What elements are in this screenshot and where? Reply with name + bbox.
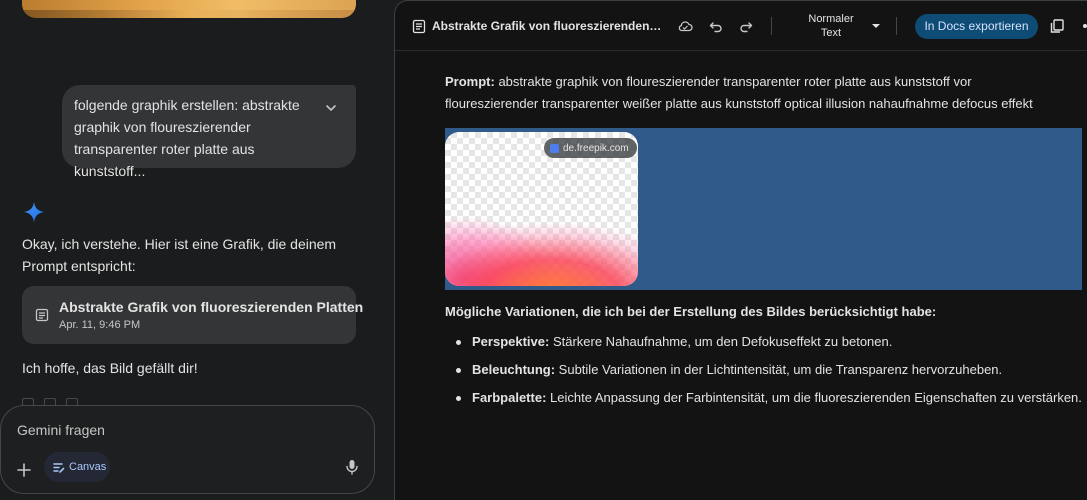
document-canvas-pane: Abstrakte Grafik von fluoreszierenden… N… [394, 0, 1087, 500]
redo-icon[interactable] [738, 18, 754, 34]
variation-label: Perspektive: [472, 334, 550, 349]
document-chip[interactable]: Abstrakte Grafik von fluoreszierenden Pl… [22, 286, 363, 344]
variations-heading: Mögliche Variationen, die ich bei der Er… [445, 304, 937, 319]
freepik-icon [550, 143, 559, 153]
variations-section: Mögliche Variationen, die ich bei der Er… [445, 304, 1082, 412]
prompt-text: abstrakte graphik von floureszierender t… [445, 74, 1033, 111]
variations-list: Perspektive: Stärkere Nahaufnahme, um de… [445, 328, 1082, 412]
document-chip-date: Apr. 11, 9:46 PM [59, 319, 141, 331]
variation-text: Subtile Variationen in der Lichtintensit… [555, 362, 1003, 377]
variation-text: Leichte Anpassung der Farbintensität, um… [546, 390, 1082, 405]
copy-icon[interactable] [1049, 18, 1065, 34]
canvas-button-label: Canvas [69, 461, 107, 473]
canvas-button[interactable]: Canvas [44, 452, 110, 482]
image-source-badge[interactable]: de.freepik.com [544, 138, 637, 158]
variation-text: Stärkere Nahaufnahme, um den Defokuseffe… [549, 334, 893, 349]
document-icon [412, 19, 426, 34]
prompt-label: Prompt: [445, 74, 495, 89]
text-style-value: Normaler Text [808, 13, 854, 39]
list-item: Farbpalette: Leichte Anpassung der Farbi… [445, 384, 1082, 412]
cloud-icon[interactable] [677, 18, 693, 34]
image-source-text: de.freepik.com [563, 142, 629, 154]
document-chip-title: Abstrakte Grafik von fluoreszierenden Pl… [59, 299, 364, 315]
toolbar-divider [896, 17, 897, 35]
previous-generated-image[interactable] [22, 0, 356, 18]
export-to-docs-button[interactable]: In Docs exportieren [915, 14, 1038, 39]
variation-label: Farbpalette: [472, 390, 547, 405]
user-message-bubble[interactable]: folgende graphik erstellen: abstrakte gr… [62, 85, 356, 179]
chevron-down-icon[interactable] [324, 101, 338, 115]
microphone-icon[interactable] [344, 458, 360, 476]
list-item: Perspektive: Stärkere Nahaufnahme, um de… [445, 328, 1075, 356]
document-title: Abstrakte Grafik von fluoreszierenden… [432, 19, 662, 33]
toolbar-divider [771, 17, 772, 35]
caret-down-icon [872, 24, 880, 28]
text-style-select[interactable]: Normaler Text [797, 12, 887, 42]
list-item: Beleuchtung: Subtile Variationen in der … [445, 356, 1075, 384]
variation-label: Beleuchtung: [472, 362, 556, 377]
undo-icon[interactable] [708, 18, 724, 34]
canvas-icon [53, 462, 65, 473]
generated-image[interactable]: de.freepik.com [445, 132, 638, 286]
prompt-input-placeholder[interactable]: Gemini fragen [17, 422, 105, 438]
assistant-closing-text: Ich hoffe, das Bild gefällt dir! [22, 360, 198, 376]
share-icon[interactable] [1081, 18, 1087, 34]
document-icon [35, 308, 49, 322]
assistant-reply-text: Okay, ich verstehe. Hier ist eine Grafik… [22, 236, 337, 274]
document-body[interactable]: Prompt: abstrakte graphik von floureszie… [445, 71, 1075, 115]
chat-pane: folgende graphik erstellen: abstrakte gr… [0, 0, 394, 500]
document-toolbar: Abstrakte Grafik von fluoreszierenden… N… [395, 1, 1087, 51]
sparkle-icon [23, 201, 45, 223]
plus-icon[interactable] [14, 460, 34, 480]
user-message-text: folgende graphik erstellen: abstrakte gr… [74, 97, 300, 179]
prompt-paragraph: Prompt: abstrakte graphik von floureszie… [445, 71, 1065, 115]
selected-image-block[interactable]: de.freepik.com [445, 128, 1082, 290]
